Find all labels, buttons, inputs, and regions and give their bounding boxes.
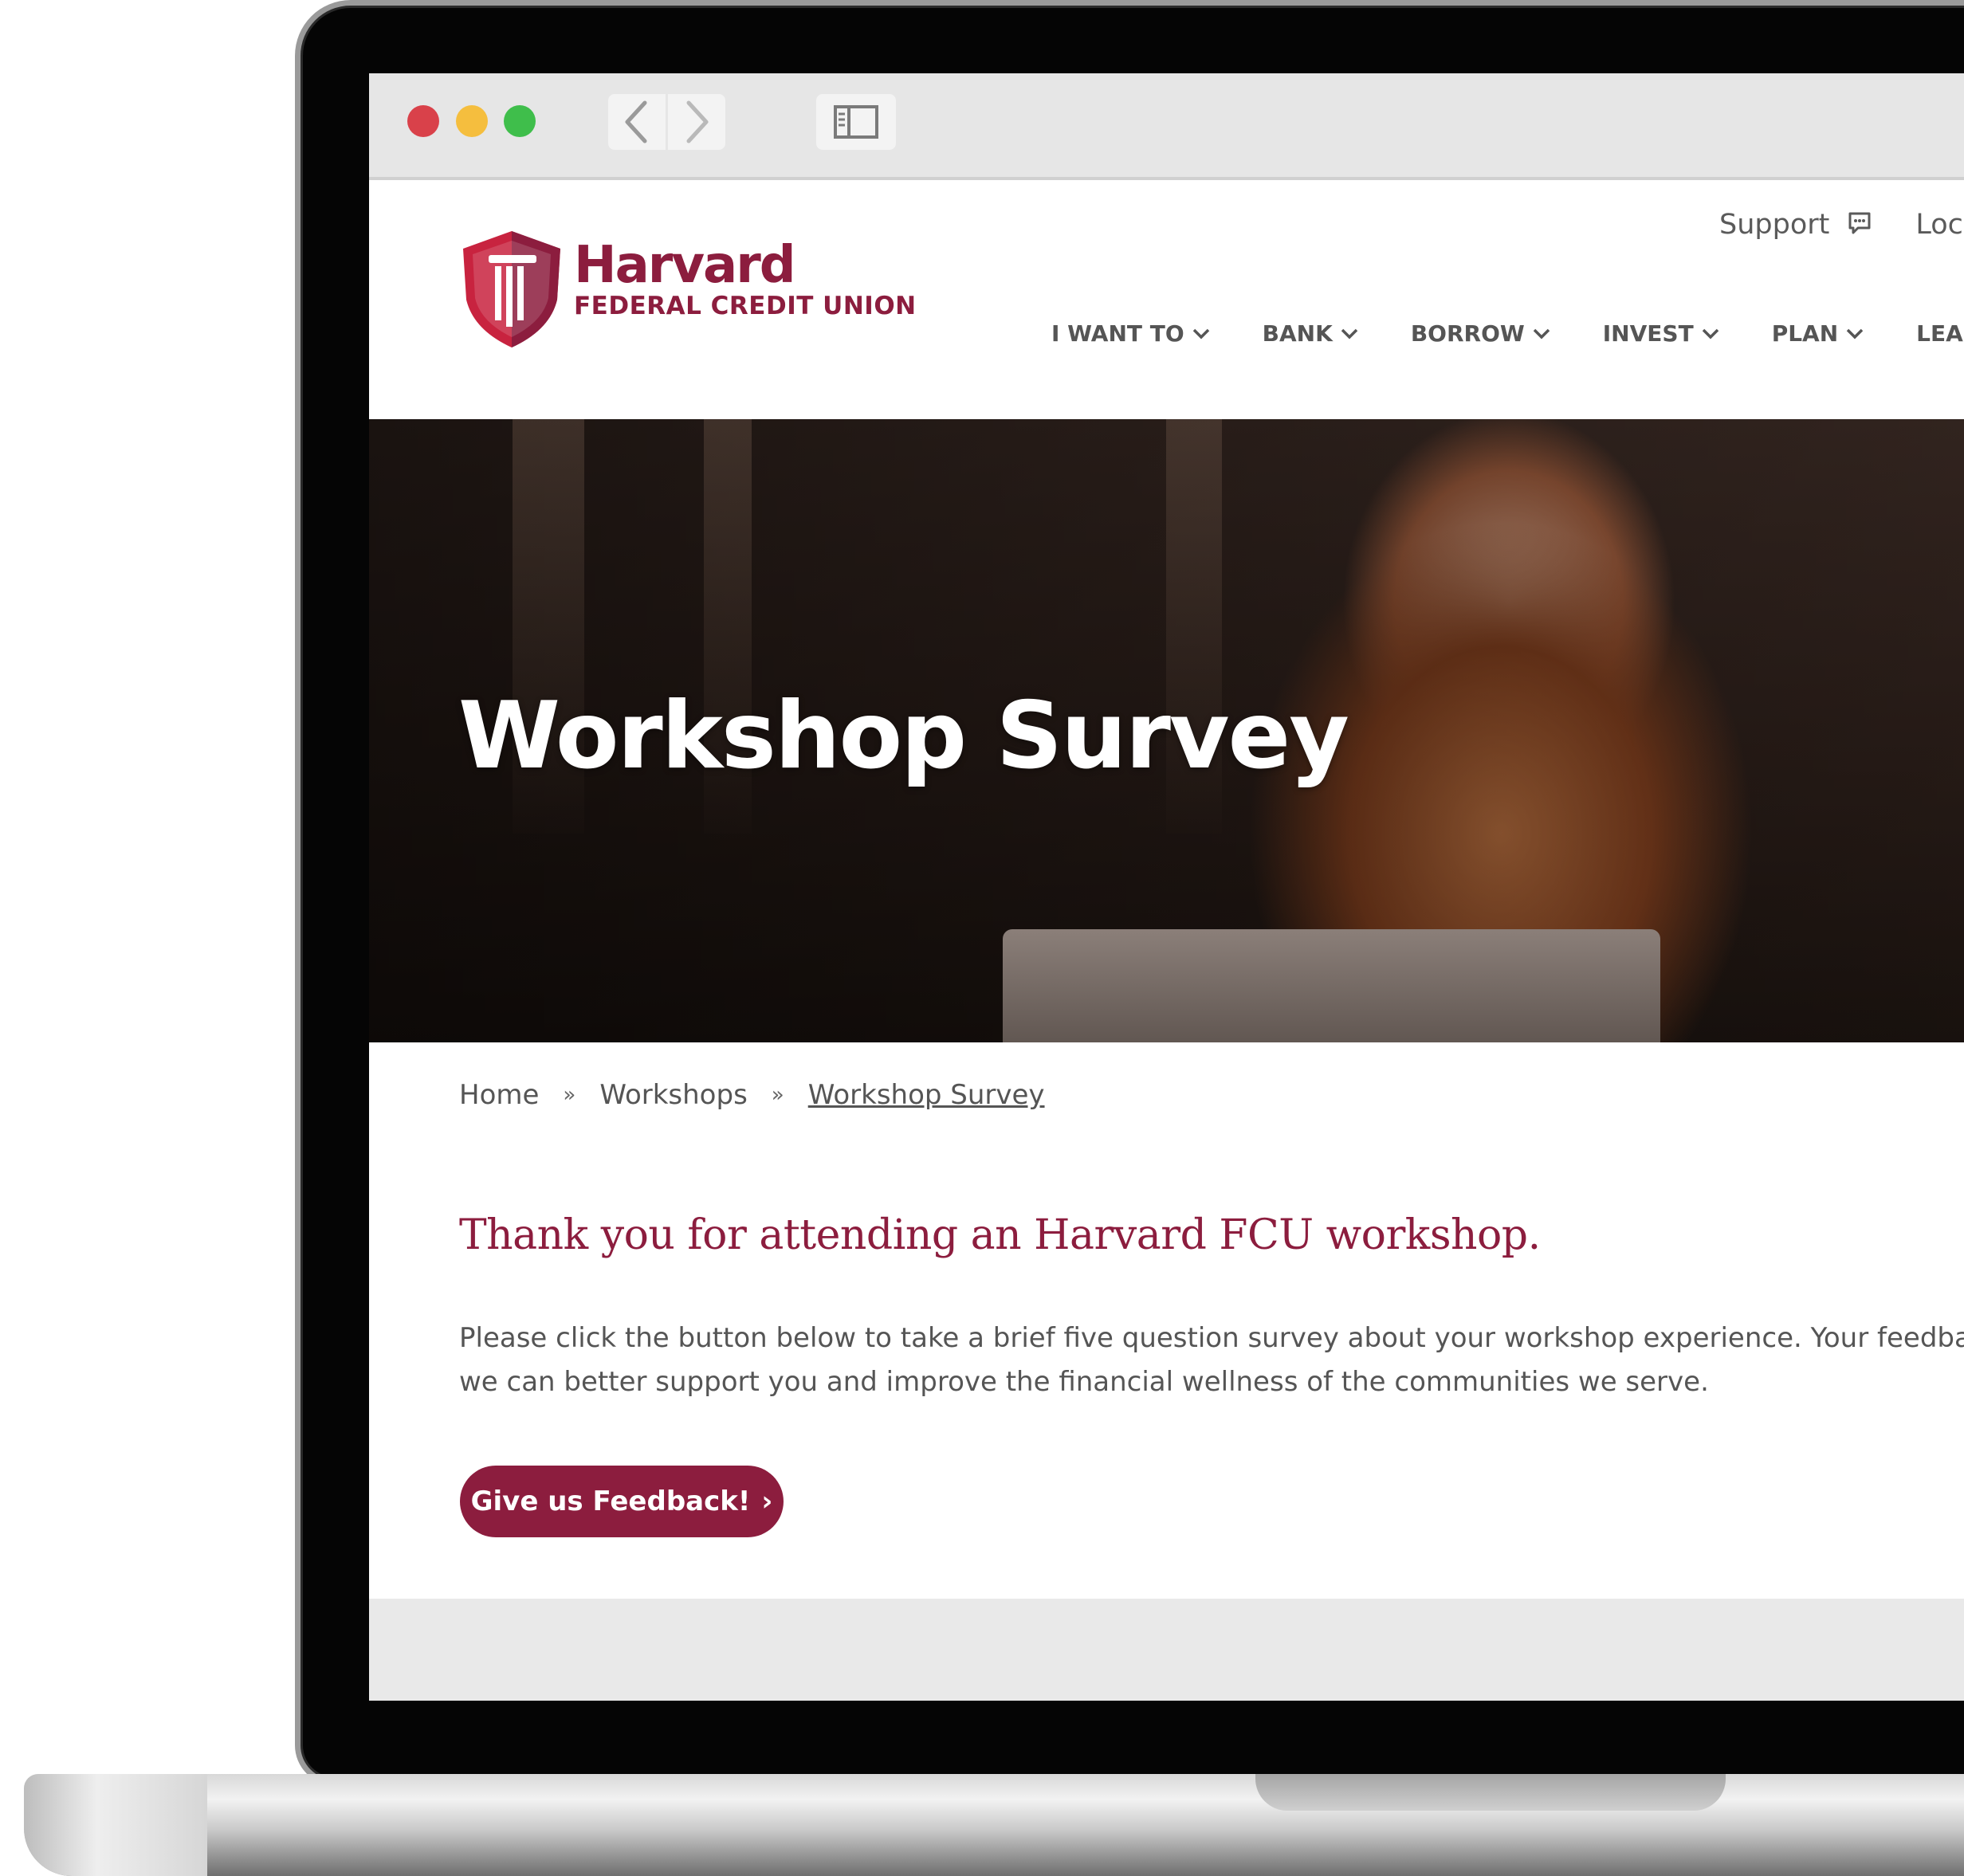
content-heading: Thank you for attending an Harvard FCU w…: [459, 1211, 1541, 1259]
content-body: Please click the button below to take a …: [459, 1317, 1964, 1404]
content-body-line: we can better support you and improve th…: [459, 1366, 1709, 1398]
give-feedback-button[interactable]: Give us Feedback! ›: [460, 1466, 784, 1537]
chevron-down-icon: [1192, 328, 1209, 339]
support-link[interactable]: Support: [1719, 209, 1829, 241]
nav-item-invest[interactable]: INVEST: [1603, 320, 1719, 347]
chat-bubble-icon[interactable]: [1847, 210, 1872, 239]
nav-item-label: PLAN: [1771, 320, 1839, 347]
breadcrumb-workshop-survey[interactable]: Workshop Survey: [808, 1079, 1045, 1111]
nav-item-label: INVEST: [1602, 320, 1694, 347]
sidebar-toggle-button[interactable]: [816, 94, 896, 150]
breadcrumb-workshops[interactable]: Workshops: [599, 1079, 747, 1111]
utility-nav: Support Loc: [1719, 209, 1963, 241]
brand-logo[interactable]: Harvard FEDERAL CREDIT UNION: [458, 228, 917, 351]
sidebar-icon: [834, 105, 878, 139]
nav-item-learn[interactable]: LEARN: [1916, 320, 1964, 347]
maximize-window-button[interactable]: [504, 105, 536, 137]
breadcrumb: Home » Workshops » Workshop Survey: [459, 1079, 1045, 1111]
page-title: Workshop Survey: [458, 682, 1349, 790]
breadcrumb-separator: »: [771, 1083, 784, 1107]
laptop-base-edge: [24, 1774, 207, 1876]
main-nav: I WANT TO BANK BORROW INVEST PLAN LEARN: [1051, 320, 1964, 347]
nav-item-label: LEARN: [1916, 320, 1964, 347]
forward-button[interactable]: [668, 94, 725, 150]
close-window-button[interactable]: [407, 105, 439, 137]
chevron-down-icon: [1533, 328, 1550, 339]
chevron-right-icon: ›: [761, 1485, 773, 1517]
chevron-right-icon: [686, 100, 709, 143]
chevron-left-icon: [625, 100, 647, 143]
chevron-down-icon: [1702, 328, 1718, 339]
brand-name: Harvard: [574, 236, 796, 295]
brand-subtitle: FEDERAL CREDIT UNION: [574, 292, 917, 320]
shield-column-icon: [463, 231, 560, 347]
browser-toolbar: [369, 73, 1964, 180]
back-button[interactable]: [608, 94, 666, 150]
nav-item-borrow[interactable]: BORROW: [1411, 320, 1550, 347]
hero-laptop-image: [1003, 929, 1660, 1042]
minimize-window-button[interactable]: [456, 105, 488, 137]
nav-item-label: BANK: [1262, 320, 1333, 347]
nav-item-label: BORROW: [1410, 320, 1525, 347]
footer-band: [369, 1599, 1964, 1701]
browser-screen: Harvard FEDERAL CREDIT UNION Support Loc…: [369, 73, 1964, 1701]
nav-item-i-want-to[interactable]: I WANT TO: [1051, 320, 1210, 347]
nav-item-bank[interactable]: BANK: [1263, 320, 1358, 347]
chevron-down-icon: [1341, 328, 1358, 339]
site-header: Harvard FEDERAL CREDIT UNION Support Loc…: [369, 180, 1964, 419]
hero-banner: Workshop Survey: [369, 419, 1964, 1042]
nav-item-label: I WANT TO: [1051, 320, 1184, 347]
breadcrumb-home[interactable]: Home: [459, 1079, 539, 1111]
laptop-notch: [1255, 1774, 1726, 1811]
locations-link[interactable]: Loc: [1915, 209, 1963, 241]
chevron-down-icon: [1846, 328, 1864, 339]
give-feedback-label: Give us Feedback!: [470, 1485, 751, 1517]
content-body-line: Please click the button below to take a …: [459, 1322, 1964, 1354]
breadcrumb-separator: »: [563, 1083, 576, 1107]
nav-item-plan[interactable]: PLAN: [1772, 320, 1864, 347]
